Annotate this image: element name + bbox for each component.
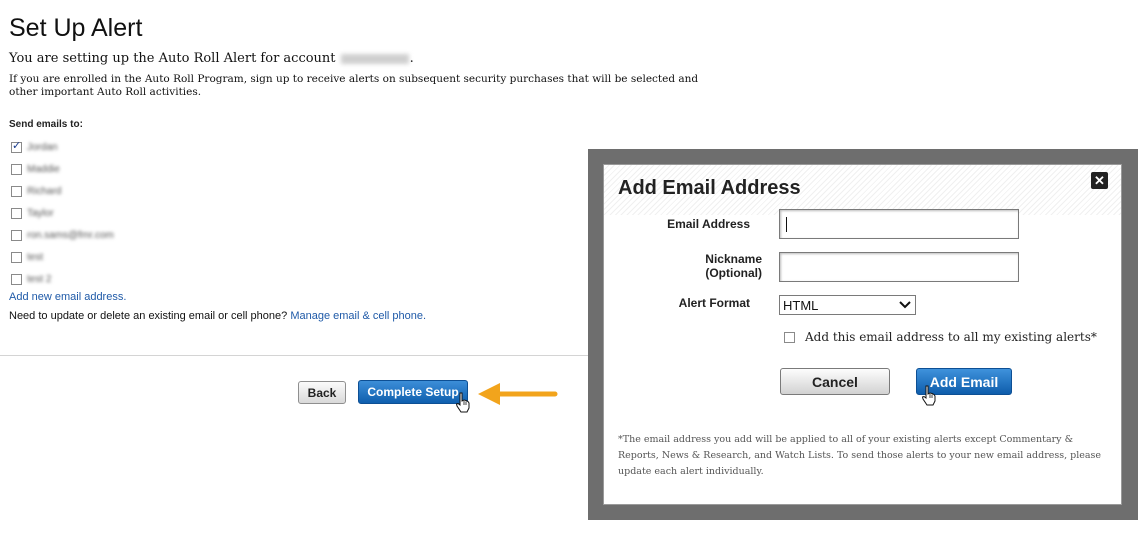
email-checkbox[interactable] <box>11 273 22 285</box>
hand-pointer-icon <box>921 385 936 406</box>
send-emails-label: Send emails to: <box>9 119 83 130</box>
add-to-all-alerts-label: Add this email address to all my existin… <box>805 330 1097 344</box>
email-recipient-label: test 2 <box>27 273 52 285</box>
nickname-optional-line: (Optional) <box>705 266 762 280</box>
add-email-dialog: Add Email Address ✕ Email Address Nickna… <box>603 164 1122 505</box>
email-checkbox[interactable] <box>11 207 22 219</box>
email-recipient-row[interactable]: Maddie <box>11 158 114 180</box>
hand-pointer-icon <box>455 392 470 413</box>
add-to-all-alerts-option[interactable]: Add this email address to all my existin… <box>784 330 1097 344</box>
page-title: Set Up Alert <box>9 14 143 42</box>
add-new-email-link[interactable]: Add new email address. <box>9 291 126 303</box>
email-checkbox[interactable] <box>11 163 22 175</box>
email-checkbox[interactable] <box>11 185 22 197</box>
back-button[interactable]: Back <box>298 381 346 404</box>
email-recipient-row[interactable]: Jordan <box>11 136 114 158</box>
manage-email-phone-link[interactable]: Manage email & cell phone. <box>290 310 426 322</box>
email-recipient-row[interactable]: Taylor <box>11 202 114 224</box>
alert-format-value: HTML <box>783 297 819 313</box>
email-address-input[interactable] <box>779 209 1019 239</box>
email-recipient-label: Jordan <box>27 141 58 153</box>
nickname-input[interactable] <box>779 252 1019 282</box>
alert-format-select[interactable]: HTML <box>779 295 916 315</box>
email-checkbox[interactable] <box>11 139 22 153</box>
chevron-down-icon <box>899 301 911 309</box>
alert-format-label: Alert Format <box>678 296 750 310</box>
dialog-title: Add Email Address <box>618 177 801 199</box>
add-to-all-alerts-checkbox[interactable] <box>784 331 795 343</box>
cancel-button[interactable]: Cancel <box>780 368 890 395</box>
arrow-left-icon <box>478 383 558 405</box>
email-recipient-row[interactable]: test 2 <box>11 268 114 290</box>
dialog-footnote: *The email address you add will be appli… <box>618 434 1102 477</box>
program-description: If you are enrolled in the Auto Roll Pro… <box>9 73 699 98</box>
email-address-label: Email Address <box>667 217 750 231</box>
update-contact-text: Need to update or delete an existing ema… <box>9 310 426 322</box>
complete-setup-button[interactable]: Complete Setup <box>358 380 468 404</box>
intro-prefix: You are setting up the Auto Roll Alert f… <box>9 51 336 66</box>
email-checkbox[interactable] <box>11 229 22 241</box>
modal-overlay-frame: Add Email Address ✕ Email Address Nickna… <box>588 149 1138 520</box>
update-prefix: Need to update or delete an existing ema… <box>9 310 288 322</box>
nickname-label-line: Nickname <box>705 252 762 266</box>
email-recipient-label: Richard <box>27 185 62 197</box>
close-icon[interactable]: ✕ <box>1091 172 1108 189</box>
section-divider <box>0 355 588 356</box>
email-recipient-row[interactable]: Richard <box>11 180 114 202</box>
email-recipient-row[interactable]: ron.sams@fmr.com <box>11 224 114 246</box>
email-recipient-label: ron.sams@fmr.com <box>27 229 114 241</box>
email-recipient-label: test <box>27 251 44 263</box>
nickname-label: Nickname (Optional) <box>705 252 762 280</box>
text-caret <box>786 217 787 232</box>
email-recipient-label: Maddie <box>27 163 60 175</box>
account-number-redacted <box>340 53 409 64</box>
intro-suffix: . <box>409 51 414 66</box>
intro-text: You are setting up the Auto Roll Alert f… <box>9 51 414 66</box>
email-recipient-row[interactable]: test <box>11 246 114 268</box>
email-checkbox[interactable] <box>11 251 22 263</box>
dialog-header: Add Email Address ✕ <box>604 165 1121 215</box>
email-recipient-label: Taylor <box>27 207 54 219</box>
email-recipient-list: Jordan Maddie Richard Taylor ron.sams@fm… <box>11 136 114 290</box>
